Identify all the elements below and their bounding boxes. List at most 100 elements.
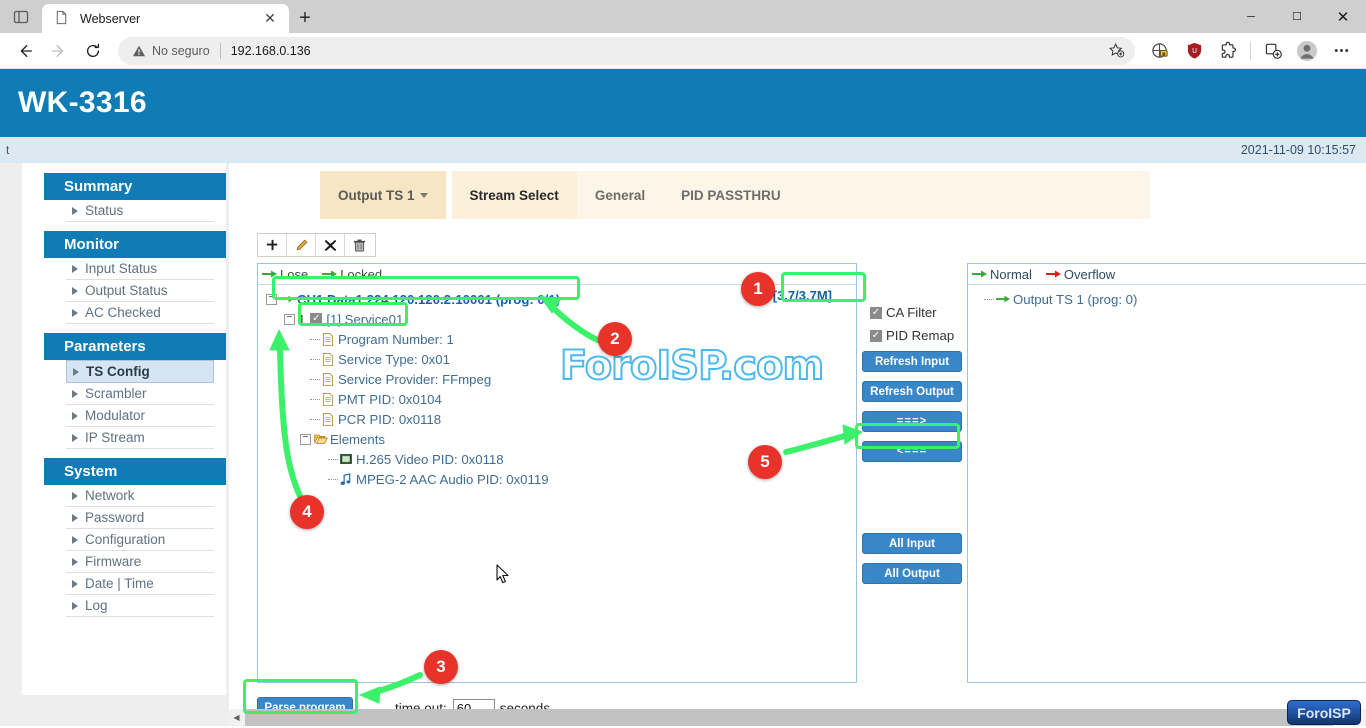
video-icon (340, 453, 352, 465)
all-input-button[interactable]: All Input (862, 533, 962, 554)
profile-icon[interactable] (1292, 36, 1322, 66)
sidebar-item-label: Status (85, 203, 123, 218)
all-output-button[interactable]: All Output (862, 563, 962, 584)
input-tree: − CH1 Data1 224.120.120.2:10001 (prog: 0… (258, 285, 856, 489)
split-screen-icon[interactable] (1258, 36, 1288, 66)
sidebar-item-scrambler[interactable]: Scrambler (66, 383, 214, 405)
sidebar-item-log[interactable]: Log (66, 595, 214, 617)
output-item-label: Output TS 1 (prog: 0) (1013, 292, 1137, 307)
browser-tab-webserver[interactable]: Webserver ✕ (42, 4, 289, 33)
sidebar-item-label: Configuration (85, 532, 165, 547)
sidebar-item-label: Network (85, 488, 135, 503)
tab-bar: Output TS 1 Stream Select General PID PA… (320, 171, 1150, 219)
close-icon[interactable]: ✕ (259, 8, 281, 30)
toolbar-divider (1250, 42, 1251, 60)
new-tab-button[interactable]: + (289, 4, 321, 33)
channel-label: CH1 Data1 224.120.120.2:10001 (prog: 0/1… (297, 292, 560, 307)
document-icon (322, 353, 334, 366)
sidebar-item-label: Log (85, 598, 108, 613)
pid-remap-checkbox[interactable]: ✓ (870, 330, 882, 342)
panes: Lose Locked − CH1 Data1 224.120.120.2:10… (229, 263, 1366, 683)
sidebar-item-modulator[interactable]: Modulator (66, 405, 214, 427)
nav-list-monitor: Input Status Output Status AC Checked (22, 258, 226, 324)
timestamp: 2021-11-09 10:15:57 (1241, 143, 1356, 157)
service-checkbox[interactable]: ✓ (310, 313, 322, 325)
x-icon[interactable] (316, 234, 345, 256)
address-bar[interactable]: No seguro 192.168.0.136 (118, 37, 1135, 65)
sidebar-item-status[interactable]: Status (66, 200, 214, 222)
pencil-icon[interactable] (287, 234, 316, 256)
collapse-icon[interactable]: − (300, 434, 311, 445)
output-legend: Normal Overflow (968, 264, 1366, 285)
caret-right-icon (72, 434, 78, 442)
plus-icon[interactable] (258, 234, 287, 256)
move-left-button[interactable]: <=== (862, 441, 962, 462)
extensions-icon[interactable] (1213, 36, 1243, 66)
tree-node-detail: Program Number: 1 (310, 329, 856, 349)
maximize-button[interactable]: ☐ (1274, 0, 1320, 33)
sidebar-item-password[interactable]: Password (66, 507, 214, 529)
tree-node-output-ts[interactable]: Output TS 1 (prog: 0) (984, 289, 1366, 309)
elements-label: Elements (330, 432, 385, 447)
ca-filter-checkbox[interactable]: ✓ (870, 307, 882, 319)
trash-icon[interactable] (345, 234, 374, 256)
caret-right-icon (72, 602, 78, 610)
minimize-button[interactable]: ─ (1228, 0, 1274, 33)
collections-icon[interactable] (1145, 36, 1175, 66)
move-right-button[interactable]: ===> (862, 411, 962, 432)
bitrate-badge: [3.7/3.7M] (773, 288, 832, 303)
legend-label: Locked (340, 267, 382, 282)
pid-remap-row[interactable]: ✓ PID Remap (870, 328, 954, 343)
tab-output-ts-selector[interactable]: Output TS 1 (320, 171, 446, 219)
tab-list-icon[interactable] (0, 0, 42, 33)
sidebar-item-ac-checked[interactable]: AC Checked (66, 302, 214, 324)
tree-node-detail: Service Provider: FFmpeg (310, 369, 856, 389)
tree-node-detail: PMT PID: 0x0104 (310, 389, 856, 409)
sidebar-item-label: Firmware (85, 554, 141, 569)
scrollbar-thumb[interactable] (245, 709, 1333, 726)
arrow-right-red-icon (1046, 269, 1062, 280)
tab-stream-select[interactable]: Stream Select (452, 171, 577, 219)
arrow-right-icon (322, 269, 338, 280)
tree-node-elements[interactable]: − Elements (300, 429, 856, 449)
legend-overflow: Overflow (1046, 267, 1115, 282)
sidebar-item-network[interactable]: Network (66, 485, 214, 507)
svg-text:U: U (1192, 47, 1197, 55)
reload-icon[interactable] (76, 36, 110, 66)
legend-label: Normal (990, 267, 1032, 282)
caret-right-icon (73, 368, 79, 376)
sidebar-item-firmware[interactable]: Firmware (66, 551, 214, 573)
tab-pid-passthru[interactable]: PID PASSTHRU (663, 171, 799, 219)
tab-output-ts-label: Output TS 1 (338, 188, 415, 203)
horizontal-scrollbar[interactable]: ◀ (228, 709, 1366, 726)
caret-right-icon (72, 309, 78, 317)
arrow-left-icon[interactable] (8, 36, 42, 66)
more-icon[interactable] (1326, 36, 1356, 66)
shield-icon[interactable]: U (1179, 36, 1209, 66)
refresh-input-button[interactable]: Refresh Input (862, 351, 962, 372)
window-controls: ─ ☐ ✕ (1228, 0, 1366, 33)
caret-right-icon (72, 514, 78, 522)
sidebar-item-input-status[interactable]: Input Status (66, 258, 214, 280)
tree-node-channel[interactable]: − CH1 Data1 224.120.120.2:10001 (prog: 0… (266, 289, 856, 309)
collapse-icon[interactable]: − (266, 294, 277, 305)
scroll-left-icon[interactable]: ◀ (228, 709, 245, 726)
caret-right-icon (72, 390, 78, 398)
sidebar-item-ts-config[interactable]: TS Config (66, 360, 214, 383)
sidebar-item-configuration[interactable]: Configuration (66, 529, 214, 551)
nav-group-summary: Summary (44, 173, 226, 200)
tree-node-service[interactable]: − 1 ✓ [1] Service01 (284, 309, 856, 329)
refresh-output-button[interactable]: Refresh Output (862, 381, 962, 402)
sidebar-item-label: IP Stream (85, 430, 145, 445)
detail-label: Service Provider: FFmpeg (338, 372, 491, 387)
status-left-text: t (6, 143, 9, 157)
star-add-icon[interactable] (1103, 42, 1129, 59)
collapse-icon[interactable]: − (284, 314, 295, 325)
sidebar-item-date-time[interactable]: Date | Time (66, 573, 214, 595)
close-window-button[interactable]: ✕ (1320, 0, 1366, 33)
tab-general[interactable]: General (577, 171, 663, 219)
sidebar-item-output-status[interactable]: Output Status (66, 280, 214, 302)
element-label: MPEG-2 AAC Audio PID: 0x0119 (356, 472, 549, 487)
sidebar-item-ip-stream[interactable]: IP Stream (66, 427, 214, 449)
ca-filter-row[interactable]: ✓ CA Filter (870, 305, 937, 320)
